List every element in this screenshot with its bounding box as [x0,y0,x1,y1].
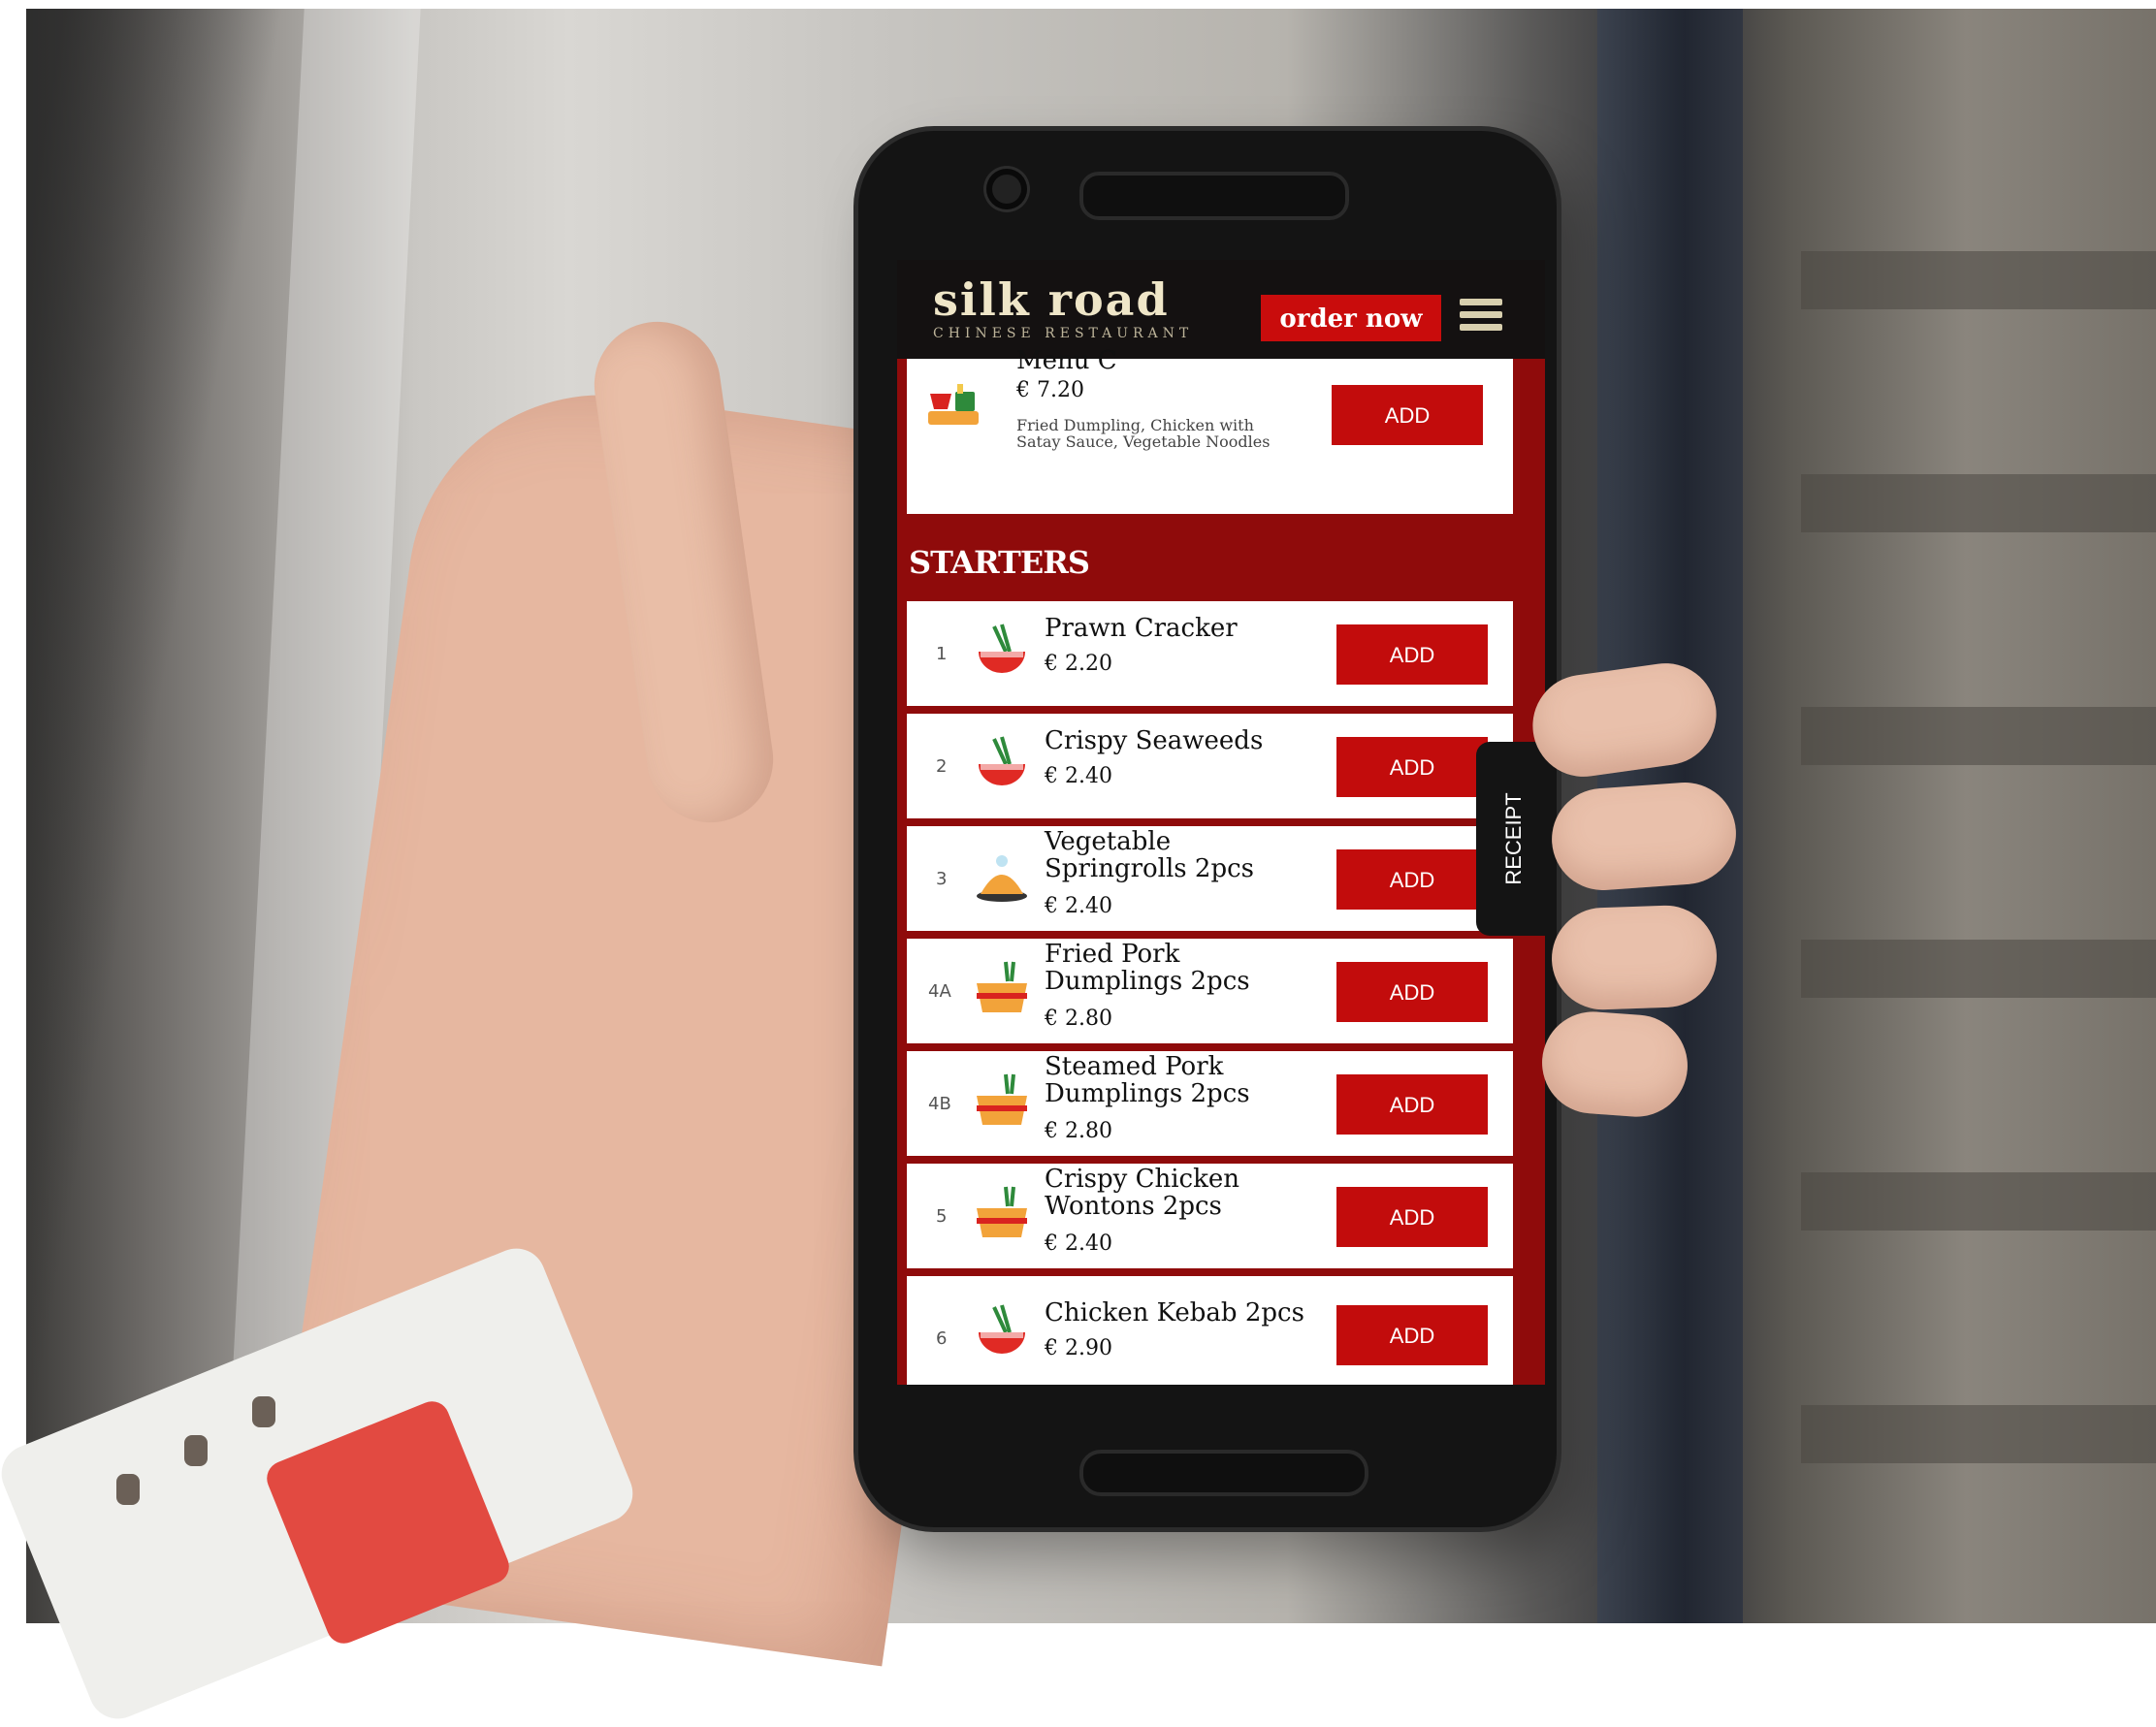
phone-home-bar [1079,1450,1368,1496]
takeaway-box-icon [977,961,1027,1012]
order-now-button[interactable]: order now [1261,295,1441,341]
hamburger-menu-icon[interactable] [1460,299,1502,337]
list-item: 3 Vegetable Springrolls 2pcs € 2.40 ADD [907,826,1513,931]
add-button[interactable]: ADD [1336,1305,1488,1365]
add-button[interactable]: ADD [1336,962,1488,1022]
item-price: € 2.80 [1045,1119,1112,1143]
hand-finger [1548,779,1740,894]
item-price: € 2.40 [1045,1231,1112,1256]
dim-sum-plate-icon [977,855,1027,902]
watch-band-hole [116,1474,140,1505]
list-item: 4B Steamed Pork Dumplings 2pcs € 2.80 AD… [907,1051,1513,1156]
item-description: Fried Dumpling, Chicken with Satay Sauce… [1016,416,1271,451]
list-item: 1 Prawn Cracker € 2.20 ADD [907,601,1513,706]
item-number: 2 [936,756,948,777]
list-item: 4A Fried Pork Dumplings 2pcs € 2.80 ADD [907,939,1513,1043]
phone-speaker [1079,172,1349,220]
item-name: Crispy Chicken Wontons 2pcs [1045,1165,1239,1221]
background-stair [1801,707,2156,765]
background-stair [1801,940,2156,998]
item-name: Prawn Cracker [1045,614,1238,643]
add-button[interactable]: ADD [1332,385,1483,445]
item-price: € 2.40 [1045,894,1112,918]
add-button[interactable]: ADD [1336,737,1488,797]
noodle-bowl-icon [979,736,1025,785]
item-name: Crispy Seaweeds [1045,726,1264,755]
restaurant-logo[interactable]: silk road CHINESE RESTAURANT [933,277,1193,341]
item-name: Steamed Pork Dumplings 2pcs [1045,1052,1250,1108]
add-button[interactable]: ADD [1336,1074,1488,1135]
item-price: € 2.40 [1045,764,1112,788]
item-price: € 7.20 [1016,378,1084,402]
background-stair [1801,1172,2156,1231]
list-item: 5 Crispy Chicken Wontons 2pcs € 2.40 ADD [907,1164,1513,1268]
item-price: € 2.20 [1045,652,1112,676]
combo-meal-icon [928,384,979,425]
menu-item-card: Menu C € 7.20 Fried Dumpling, Chicken wi… [907,347,1513,514]
takeaway-box-icon [977,1073,1027,1125]
background-stair [1801,1405,2156,1463]
background-stair [1801,251,2156,309]
noodle-bowl-icon [979,1304,1025,1354]
item-name: Menu C [1016,346,1117,375]
item-number: 6 [936,1328,948,1349]
item-price: € 2.80 [1045,1007,1112,1031]
add-button[interactable]: ADD [1336,1187,1488,1247]
noodle-bowl-icon [979,624,1025,673]
item-name: Chicken Kebab 2pcs [1045,1298,1304,1327]
item-number: 5 [936,1206,948,1227]
section-title: STARTERS [909,544,1090,581]
app-header: silk road CHINESE RESTAURANT order now [897,260,1545,359]
watch-band-hole [184,1435,208,1466]
item-price: € 2.90 [1045,1336,1112,1360]
receipt-tab[interactable]: RECEIPT [1476,742,1552,936]
app-screen: silk road CHINESE RESTAURANT order now M… [897,260,1545,1385]
item-name: Fried Pork Dumplings 2pcs [1045,940,1250,996]
item-number: 4B [928,1094,951,1114]
watch-band-hole [252,1396,275,1427]
add-button[interactable]: ADD [1336,624,1488,685]
hand-finger [1550,904,1719,1011]
list-item: 2 Crispy Seaweeds € 2.40 ADD [907,714,1513,818]
background-stair [1801,474,2156,532]
add-button[interactable]: ADD [1336,849,1488,910]
list-item: 6 Chicken Kebab 2pcs € 2.90 ADD [907,1276,1513,1385]
item-number: 1 [936,644,948,664]
front-camera [986,169,1027,209]
logo-subtitle: CHINESE RESTAURANT [933,326,1194,341]
item-number: 4A [928,981,951,1002]
logo-title: silk road [933,273,1170,326]
takeaway-box-icon [977,1186,1027,1237]
item-number: 3 [936,869,948,889]
hand-finger [1538,1007,1691,1121]
receipt-label: RECEIPT [1501,792,1526,885]
item-name: Vegetable Springrolls 2pcs [1045,827,1254,883]
